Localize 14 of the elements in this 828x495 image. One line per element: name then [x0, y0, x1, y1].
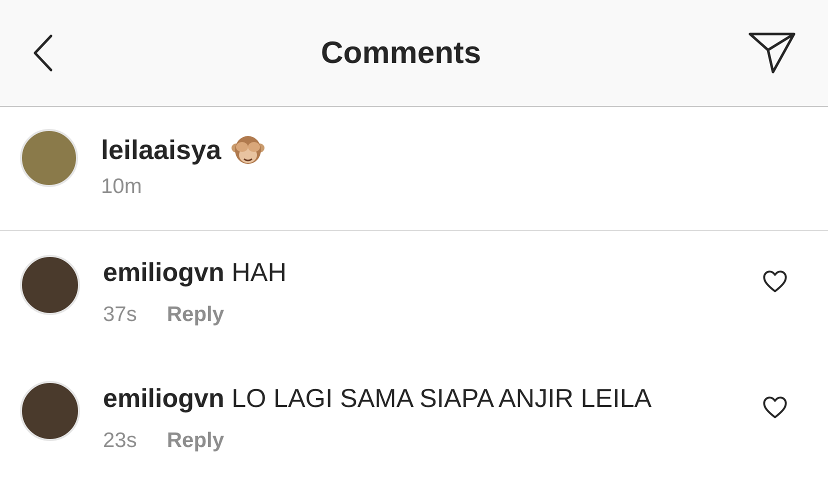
comment-time: 10m: [101, 174, 143, 200]
heart-icon[interactable]: [762, 269, 788, 293]
comment-time: 37s: [103, 302, 137, 328]
header-title: Comments: [320, 34, 482, 72]
username[interactable]: leilaaisya: [101, 133, 222, 167]
reply-link[interactable]: Reply: [166, 425, 224, 456]
heart-icon[interactable]: [762, 395, 788, 419]
comment-text: emiliogvn HAH: [103, 256, 288, 289]
monkey-emoji-icon: [231, 134, 266, 166]
comment-time: 23s: [103, 428, 137, 454]
comment-text: emiliogvn LO LAGI SAMA SIAPA ANJIR LEILA: [103, 382, 653, 415]
reply-link[interactable]: Reply: [166, 299, 224, 330]
paper-plane-icon[interactable]: [748, 31, 796, 75]
back-icon[interactable]: [32, 34, 54, 72]
